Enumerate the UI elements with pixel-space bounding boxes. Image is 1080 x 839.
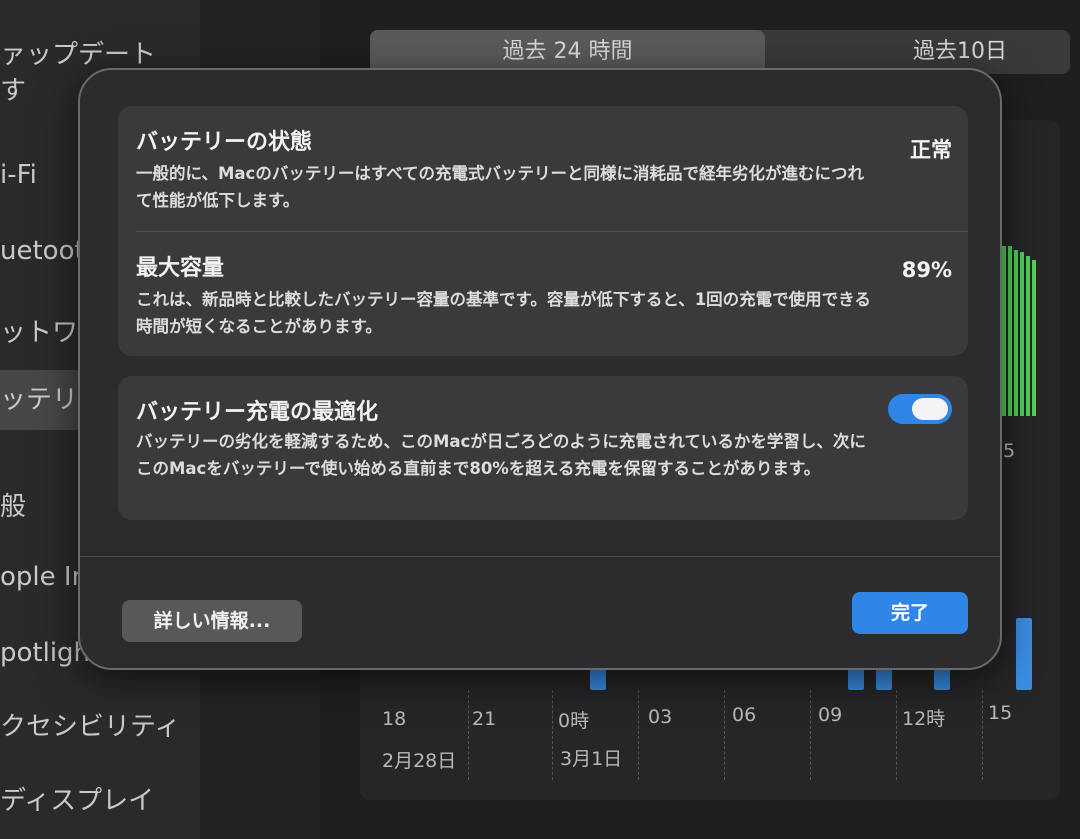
chart-x-tick: 12時 [902,708,946,730]
sidebar-item-software-update[interactable]: ァップデート [0,34,156,71]
chart-x-tick: 15 [988,702,1013,724]
chart-bar-blue [848,668,864,690]
chart-bar-green [1020,252,1024,416]
chart-bar-green [1026,256,1030,416]
optimized-charging-card: バッテリー充電の最適化 バッテリーの劣化を軽減するため、このMacが日ごろどのよ… [118,376,968,520]
footer-divider [80,556,1000,557]
done-button[interactable]: 完了 [852,592,968,634]
sidebar-item-bluetooth[interactable]: uetoot [0,236,85,266]
chart-x-tick: 03 [648,706,673,728]
battery-health-description: 一般的に、Macのバッテリーはすべての充電式バッテリーと同様に消耗品で経年劣化が… [136,164,865,210]
chart-date-label: 2月28日 [382,750,457,772]
battery-health-title: バッテリーの状態 [136,130,313,155]
chart-bar-green [1002,246,1006,416]
chart-x-tick: 18 [382,708,407,730]
chart-bar-blue [934,668,950,690]
optimized-charging-toggle[interactable] [888,394,952,424]
chart-y-tick: 5 [1003,440,1016,462]
battery-health-value: 正常 [910,138,952,162]
chart-x-tick: 21 [472,708,497,730]
battery-health-dialog: バッテリーの状態 正常 一般的に、Macのバッテリーはすべての充電式バッテリーと… [78,68,1002,670]
chart-x-tick: 06 [732,704,757,726]
row-divider [136,231,968,232]
sidebar-item-network[interactable]: ットワ [0,312,78,349]
chart-bar-blue [876,668,892,690]
max-capacity-description: これは、新品時と比較したバッテリー容量の基準です。容量が低下すると、1回の充電で… [136,290,871,336]
chart-date-label: 3月1日 [560,748,623,770]
chart-bar-green [1014,250,1018,416]
chart-gridline [468,690,469,780]
chart-x-tick: 09 [818,704,843,726]
optimized-charging-description: バッテリーの劣化を軽減するため、このMacが日ごろどのように充電されているかを学… [136,432,866,478]
chart-gridline [552,690,553,780]
sidebar-item-wifi[interactable]: i-Fi [0,160,37,190]
chart-gridline [982,690,983,780]
sidebar-item-accessibility[interactable]: クセシビリティ [0,706,180,743]
chart-bar-green [1032,260,1036,416]
chart-x-tick: 0時 [558,710,590,732]
sidebar-item-apple-intelligence[interactable]: ople In [0,562,88,592]
max-capacity-title: 最大容量 [136,256,225,281]
more-info-button[interactable]: 詳しい情報... [122,600,302,642]
optimized-charging-title: バッテリー充電の最適化 [136,400,379,425]
chart-gridline [724,690,725,780]
chart-gridline [896,690,897,780]
chart-bar-blue [590,668,606,690]
chart-gridline [810,690,811,780]
chart-gridline [638,690,639,780]
max-capacity-value: 89% [901,258,952,282]
sidebar-item-spotlight[interactable]: potligh [0,638,90,668]
chart-bar-green [1008,246,1012,416]
battery-info-card: バッテリーの状態 正常 一般的に、Macのバッテリーはすべての充電式バッテリーと… [118,106,968,356]
sidebar-item-displays[interactable]: ディスプレイ [0,780,154,817]
sidebar-item-partial[interactable]: す [0,70,26,107]
chart-bar-blue [1016,618,1032,690]
sidebar-item-general[interactable]: 般 [0,486,26,523]
toggle-knob [912,398,948,420]
